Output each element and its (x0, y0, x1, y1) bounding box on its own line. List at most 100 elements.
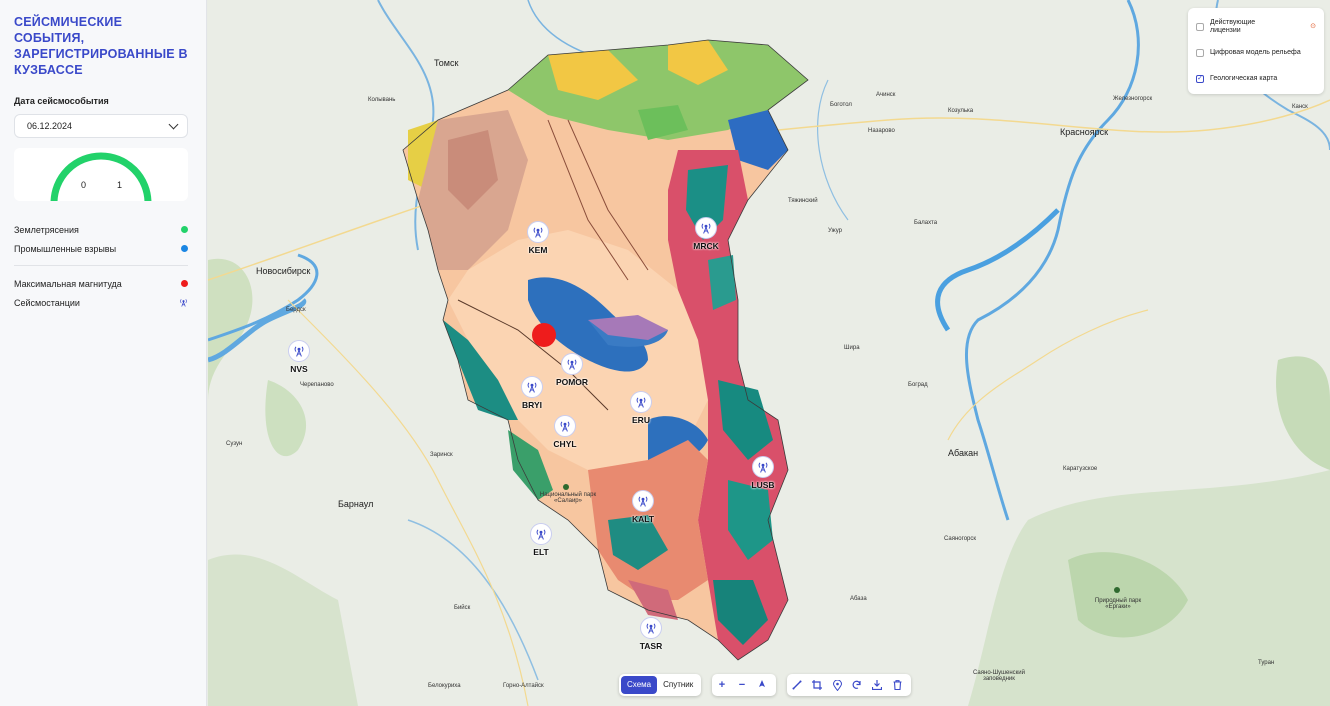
magnitude-gauge: 0 1 (14, 148, 188, 201)
antenna-icon (561, 353, 583, 375)
station-eru[interactable]: ERU (613, 391, 669, 425)
city-label: Боград (908, 382, 928, 388)
max-magnitude-event[interactable] (532, 323, 556, 347)
date-label: Дата сейсмособытия (14, 96, 109, 106)
city-label: Железногорск (1113, 96, 1153, 102)
station-kalt[interactable]: KALT (615, 490, 671, 524)
city-label: Назарово (868, 128, 895, 134)
station-chyl[interactable]: CHYL (537, 415, 593, 449)
city-label: Новосибирск (256, 266, 311, 276)
city-label: Тяжинский (788, 198, 818, 204)
checkbox[interactable] (1196, 49, 1204, 57)
date-value: 06.12.2024 (27, 121, 73, 131)
city-label: Бердск (286, 307, 306, 313)
station-kem[interactable]: KEM (510, 221, 566, 255)
city-label: Белокуриха (428, 683, 461, 689)
city-label: Сузун (226, 441, 243, 447)
page-title: СЕЙСМИЧЕСКИЕ СОБЫТИЯ, ЗАРЕГИСТРИРОВАННЫЕ… (14, 15, 188, 77)
antenna-icon (630, 391, 652, 413)
station-code: ERU (632, 415, 650, 425)
station-tasr[interactable]: TASR (623, 617, 679, 651)
antenna-icon (288, 340, 310, 362)
redo-icon[interactable] (847, 674, 867, 696)
zoom-controls: + − (712, 674, 776, 696)
layer-licenses[interactable]: Действующие лицензии ⊙ (1196, 14, 1316, 40)
zoom-in-button[interactable]: + (712, 674, 732, 696)
sidebar: СЕЙСМИЧЕСКИЕ СОБЫТИЯ, ЗАРЕГИСТРИРОВАННЫЕ… (0, 0, 207, 706)
layers-panel: Действующие лицензии ⊙ Цифровая модель р… (1188, 8, 1324, 94)
legend-explosions: Промышленные взрывы (14, 239, 188, 258)
city-label: Абаза (850, 596, 867, 602)
antenna-icon (554, 415, 576, 437)
legend-label: Землетрясения (14, 224, 79, 235)
city-label: Балахта (914, 220, 938, 226)
zoom-out-button[interactable]: − (732, 674, 752, 696)
layer-relief[interactable]: Цифровая модель рельефа (1196, 40, 1316, 66)
city-label: Боготол (830, 102, 852, 108)
city-label: Томск (434, 58, 459, 68)
date-select[interactable]: 06.12.2024 (14, 114, 188, 138)
city-label: Ужур (828, 228, 842, 234)
city-label: Красноярск (1060, 127, 1109, 137)
ruler-icon[interactable] (787, 674, 807, 696)
station-nvs[interactable]: NVS (271, 340, 327, 374)
station-code: LUSB (751, 480, 775, 490)
crop-icon[interactable] (807, 674, 827, 696)
park-label: Национальный парк «Салаир» (539, 492, 597, 504)
legend-earthquakes: Землетрясения (14, 220, 188, 239)
station-code: BRYI (522, 400, 542, 410)
city-label: Ачинск (876, 92, 896, 98)
compass-icon[interactable] (752, 674, 772, 696)
blue-dot-icon (181, 245, 188, 252)
antenna-icon (527, 221, 549, 243)
antenna-icon (521, 376, 543, 398)
legend-max-magnitude: Максимальная магнитуда (14, 274, 188, 293)
download-icon[interactable] (867, 674, 887, 696)
layer-geology[interactable]: ✓ Геологическая карта (1196, 66, 1316, 92)
legend-stations: Сейсмостанции (14, 293, 188, 312)
station-elt[interactable]: ELT (513, 523, 569, 557)
trash-icon[interactable] (887, 674, 907, 696)
city-label: Шира (844, 345, 860, 351)
city-label: Бийск (454, 605, 471, 611)
antenna-icon (752, 456, 774, 478)
station-mrck[interactable]: MRCK (678, 217, 734, 251)
draw-tools (787, 674, 911, 696)
city-label: Абакан (948, 448, 979, 458)
station-bryi[interactable]: BRYI (504, 376, 560, 410)
chevron-down-icon (168, 119, 179, 129)
checkbox-checked[interactable]: ✓ (1196, 75, 1204, 83)
info-icon[interactable]: ⊙ (1310, 23, 1316, 31)
gauge-min: 0 (81, 180, 87, 190)
legend-label: Промышленные взрывы (14, 243, 117, 254)
map-mode-switch: Схема Спутник (619, 674, 701, 696)
layer-label: Геологическая карта (1210, 75, 1278, 82)
antenna-icon (530, 523, 552, 545)
station-code: TASR (639, 641, 663, 651)
park-label: Природный парк «Ергаки» (1094, 598, 1142, 610)
scheme-button[interactable]: Схема (621, 676, 658, 694)
layer-label: Действующие лицензии (1210, 19, 1256, 34)
gauge-max: 1 (117, 180, 123, 190)
city-label: Черепаново (300, 382, 334, 388)
city-label: Горно-Алтайск (503, 683, 544, 689)
legend-label: Максимальная магнитуда (14, 278, 122, 289)
station-code: KEM (528, 245, 548, 255)
station-lusb[interactable]: LUSB (735, 456, 791, 490)
antenna-icon (180, 299, 187, 307)
pin-icon[interactable] (827, 674, 847, 696)
divider (14, 265, 188, 266)
red-dot-icon (181, 280, 188, 287)
station-code: CHYL (553, 439, 577, 449)
checkbox[interactable] (1196, 23, 1204, 31)
map-view[interactable]: Томск Новосибирск Бердск Красноярск Абак… (208, 0, 1330, 706)
city-label: Канск (1292, 104, 1308, 110)
antenna-icon (695, 217, 717, 239)
map-background (208, 0, 1330, 706)
city-label: Туран (1258, 660, 1275, 666)
satellite-button[interactable]: Спутник (657, 676, 699, 694)
station-code: ELT (533, 547, 549, 557)
layer-label: Цифровая модель рельефа (1210, 49, 1301, 56)
green-dot-icon (181, 226, 188, 233)
city-label: Колывань (368, 97, 396, 103)
